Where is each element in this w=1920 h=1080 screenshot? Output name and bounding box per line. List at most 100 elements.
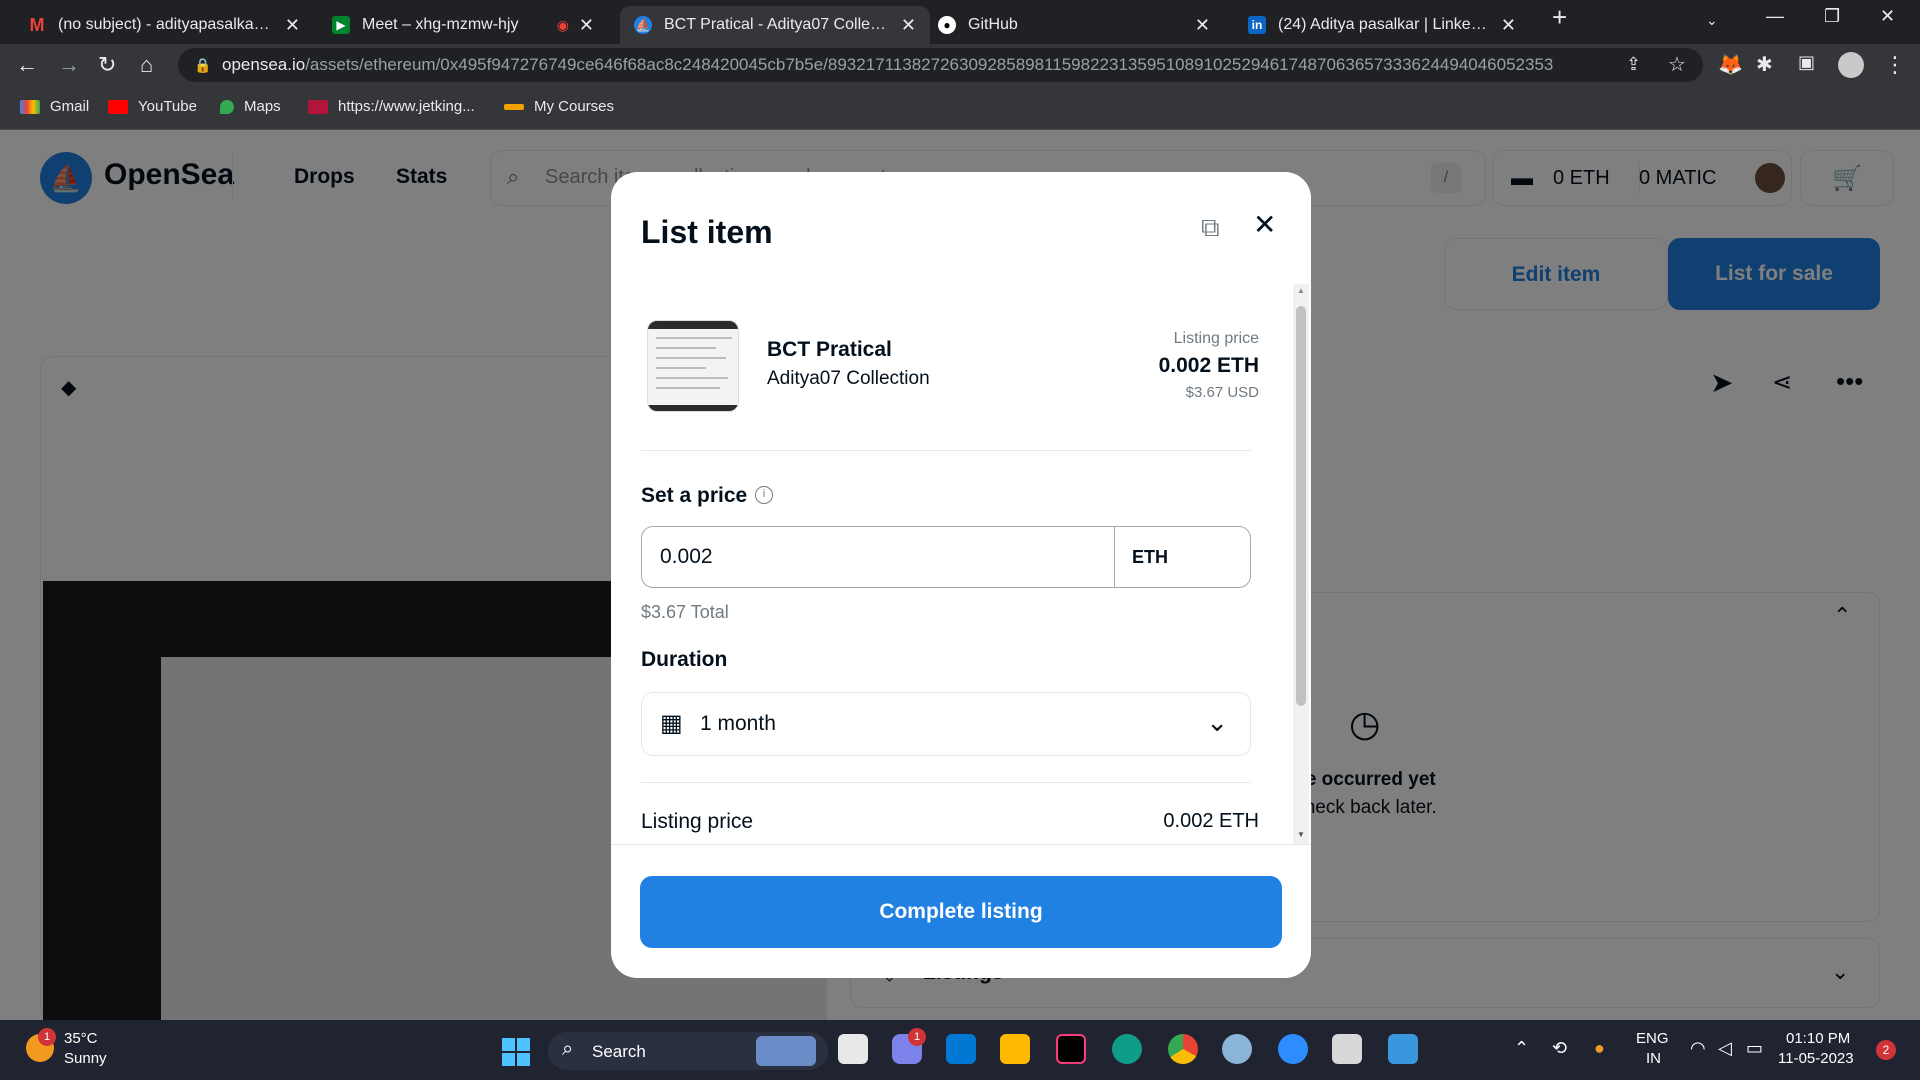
new-tab-button[interactable]: + <box>1552 2 1567 33</box>
clock-date[interactable]: 11-05-2023 <box>1778 1050 1854 1067</box>
price-input[interactable]: 0.002 <box>642 527 1114 587</box>
youtube-icon <box>108 99 128 114</box>
restore-icon[interactable]: ❐ <box>1824 6 1840 27</box>
edge-icon[interactable] <box>1112 1034 1142 1064</box>
calendar-icon: ▦ <box>660 710 683 737</box>
metamask-icon[interactable]: 🦊 <box>1718 52 1743 77</box>
notification-badge[interactable]: 2 <box>1876 1040 1896 1060</box>
tab-title: (24) Aditya pasalkar | LinkedIn <box>1278 16 1491 33</box>
summary-listing-price-value: 0.002 ETH <box>1163 810 1259 832</box>
currency-select[interactable]: ETH <box>1114 527 1252 587</box>
tab-meet[interactable]: ▶ Meet – xhg-mzmw-hjy ◉ ✕ <box>318 6 608 44</box>
close-icon[interactable]: ✕ <box>1253 208 1276 241</box>
info-icon[interactable]: i <box>755 486 773 504</box>
chevron-up-icon[interactable]: ⌃ <box>1514 1038 1529 1059</box>
clock-time[interactable]: 01:10 PM <box>1786 1030 1850 1047</box>
scrollbar[interactable]: ▲ ▼ <box>1293 284 1309 844</box>
language-primary[interactable]: ENG <box>1636 1030 1669 1047</box>
tab-opensea[interactable]: ⛵ BCT Pratical - Aditya07 Collection ✕ <box>620 6 930 44</box>
bookmark-label: YouTube <box>138 98 197 115</box>
duration-dropdown[interactable]: ▦ 1 month ⌄ <box>641 692 1251 756</box>
bookmark-label: https://www.jetking... <box>338 98 475 115</box>
tab-gmail[interactable]: M (no subject) - adityapasalkar02@ ✕ <box>14 6 314 44</box>
side-panel-icon[interactable]: ▣ <box>1798 52 1815 73</box>
scroll-up-icon[interactable]: ▲ <box>1297 286 1305 295</box>
intellij-icon[interactable] <box>1056 1034 1086 1064</box>
bookmark-star-icon[interactable]: ☆ <box>1668 52 1686 77</box>
duration-label: Duration <box>641 648 728 671</box>
snipping-tool-icon[interactable] <box>1332 1034 1362 1064</box>
profile-avatar[interactable] <box>1838 52 1864 78</box>
chrome-icon[interactable] <box>1168 1034 1198 1064</box>
modal-scroll-area: BCT Pratical Aditya07 Collection Listing… <box>611 284 1311 844</box>
sync-icon[interactable]: ⟲ <box>1552 1038 1567 1059</box>
duration-value: 1 month <box>700 712 776 735</box>
tab-github[interactable]: ● GitHub ✕ <box>924 6 1224 44</box>
scroll-down-icon[interactable]: ▼ <box>1297 830 1305 839</box>
item-thumbnail <box>647 320 739 412</box>
close-tab-icon[interactable]: ✕ <box>1195 15 1210 36</box>
reload-icon[interactable]: ↻ <box>98 52 116 78</box>
zoom-icon[interactable] <box>1278 1034 1308 1064</box>
gmail-icon <box>20 99 40 114</box>
wifi-icon[interactable]: ◠ <box>1690 1038 1706 1059</box>
mail-icon[interactable] <box>946 1034 976 1064</box>
file-explorer-icon[interactable] <box>1000 1034 1030 1064</box>
list-item-modal: List item ⧉ ✕ BCT Pratical Aditya07 Coll… <box>611 172 1311 978</box>
close-tab-icon[interactable]: ✕ <box>579 15 594 36</box>
close-tab-icon[interactable]: ✕ <box>901 15 916 36</box>
minimize-icon[interactable]: — <box>1766 6 1784 27</box>
bookmark-my-courses[interactable]: My Courses <box>504 98 614 115</box>
search-label: Search <box>592 1042 646 1061</box>
taskbar-search[interactable]: ⌕ Search <box>548 1032 828 1070</box>
item-name: BCT Pratical <box>767 338 892 361</box>
courses-icon <box>504 103 524 110</box>
task-view-icon[interactable] <box>838 1034 868 1064</box>
bookmark-jetking[interactable]: https://www.jetking... <box>308 98 475 115</box>
browser-toolbar: ← → ↻ ⌂ 🔒 opensea.io/assets/ethereum/0x4… <box>0 44 1920 86</box>
menu-icon[interactable]: ⋮ <box>1884 52 1906 78</box>
language-secondary[interactable]: IN <box>1646 1050 1661 1067</box>
home-icon[interactable]: ⌂ <box>140 52 153 78</box>
address-bar[interactable]: 🔒 opensea.io/assets/ethereum/0x495f94727… <box>178 48 1703 82</box>
notepad-icon[interactable] <box>1388 1034 1418 1064</box>
lock-icon: 🔒 <box>194 57 212 73</box>
divider <box>641 782 1251 783</box>
bookmark-gmail[interactable]: Gmail <box>20 98 89 115</box>
forward-icon[interactable]: → <box>58 52 80 78</box>
battery-icon[interactable]: ▭ <box>1746 1038 1763 1059</box>
tab-search-icon[interactable]: ⌄ <box>1706 12 1718 29</box>
close-tab-icon[interactable]: ✕ <box>285 15 300 36</box>
thumbnail-line <box>656 357 726 359</box>
close-window-icon[interactable]: ✕ <box>1880 6 1895 27</box>
back-icon[interactable]: ← <box>16 52 38 78</box>
tab-title: BCT Pratical - Aditya07 Collection <box>664 16 891 33</box>
weather-desc[interactable]: Sunny <box>64 1050 107 1067</box>
bookmark-label: Maps <box>244 98 281 115</box>
divider <box>641 450 1251 451</box>
weather-temp[interactable]: 35°C <box>64 1030 98 1047</box>
thumbnail-footer <box>648 405 738 411</box>
tab-title: (no subject) - adityapasalkar02@ <box>58 16 275 33</box>
search-icon: ⌕ <box>562 1038 574 1060</box>
windows-start-icon[interactable] <box>502 1038 530 1066</box>
modal-title: List item <box>641 214 773 250</box>
scrollbar-thumb[interactable] <box>1296 306 1306 706</box>
close-tab-icon[interactable]: ✕ <box>1501 15 1516 36</box>
bookmark-youtube[interactable]: YouTube <box>108 98 197 115</box>
settings-icon[interactable] <box>1222 1034 1252 1064</box>
summary-listing-price-label: Listing price <box>641 810 754 833</box>
bookmark-maps[interactable]: Maps <box>220 98 281 115</box>
volume-muted-icon[interactable]: ◁ <box>1718 1038 1732 1059</box>
listing-price-label: Listing price <box>1173 330 1259 347</box>
microphone-icon[interactable]: ● <box>1594 1038 1605 1059</box>
jetking-icon <box>308 99 328 114</box>
set-price-label: Set a price <box>641 484 748 507</box>
open-external-icon[interactable]: ⧉ <box>1201 212 1220 244</box>
extensions-icon[interactable]: ✱ <box>1756 52 1773 77</box>
tab-linkedin[interactable]: in (24) Aditya pasalkar | LinkedIn ✕ <box>1234 6 1530 44</box>
complete-listing-button[interactable]: Complete listing <box>640 876 1282 948</box>
url-host: opensea.io <box>222 55 306 74</box>
thumbnail-line <box>656 377 728 379</box>
share-icon[interactable]: ⇪ <box>1626 54 1641 75</box>
